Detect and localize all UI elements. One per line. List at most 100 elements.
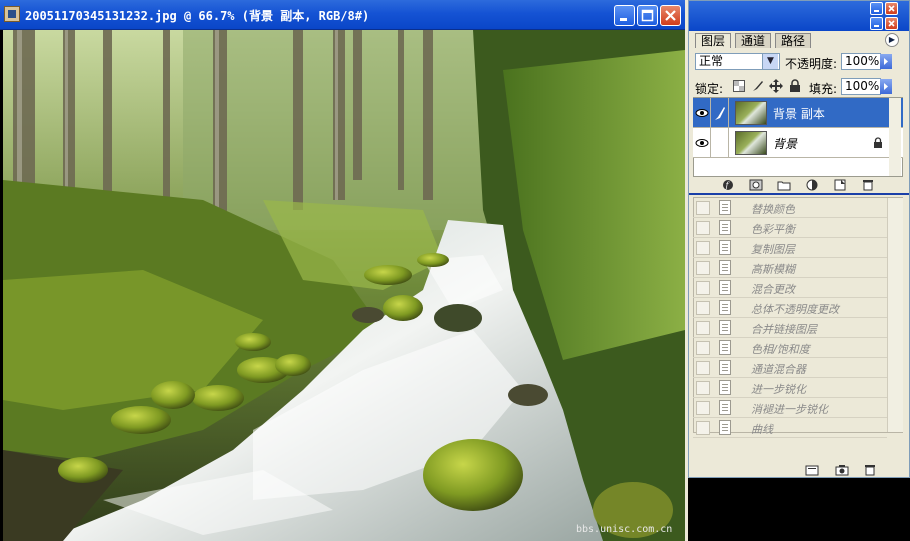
tab-layers[interactable]: 图层 (695, 33, 732, 48)
palette-titlebar[interactable] (689, 1, 909, 31)
history-state-icon (719, 280, 731, 295)
image-canvas[interactable] (3, 30, 685, 541)
document-title: 20051170345131232.jpg @ 66.7% (背景 副本, RG… (25, 9, 370, 23)
palette-menu-button[interactable]: ▶ (885, 33, 899, 47)
document-titlebar[interactable]: 20051170345131232.jpg @ 66.7% (背景 副本, RG… (0, 0, 685, 30)
history-snapshot-checkbox[interactable] (696, 381, 710, 395)
history-item[interactable]: 曲线 (693, 418, 887, 438)
lock-transparency-icon[interactable] (733, 80, 745, 92)
history-item-label: 替换颜色 (751, 203, 795, 216)
trash-icon[interactable] (863, 464, 877, 476)
palette-close-button[interactable] (885, 2, 898, 15)
new-layer-icon[interactable] (833, 179, 847, 191)
history-snapshot-checkbox[interactable] (696, 361, 710, 375)
layer-row-background-copy[interactable]: 背景 副本 (693, 98, 903, 128)
history-snapshot-checkbox[interactable] (696, 201, 710, 215)
history-item[interactable]: 高斯模糊 (693, 258, 887, 278)
adjustment-layer-icon[interactable] (805, 179, 819, 191)
history-item[interactable]: 总体不透明度更改 (693, 298, 887, 318)
history-item[interactable]: 色相/饱和度 (693, 338, 887, 358)
minimize-icon (874, 10, 879, 12)
maximize-button[interactable] (637, 5, 658, 26)
tab-channels[interactable]: 通道 (735, 33, 772, 48)
visibility-toggle[interactable] (693, 128, 711, 158)
layer-style-icon[interactable]: f (721, 179, 735, 191)
minimize-icon (620, 18, 627, 21)
visibility-toggle[interactable] (693, 98, 711, 128)
history-item[interactable]: 通道混合器 (693, 358, 887, 378)
layer-mask-icon[interactable] (749, 179, 763, 191)
history-item-label: 曲线 (751, 423, 773, 436)
chevron-right-icon (884, 58, 888, 65)
close-icon (888, 20, 895, 27)
history-snapshot-checkbox[interactable] (696, 221, 710, 235)
history-state-icon (719, 240, 731, 255)
history-item[interactable]: 色彩平衡 (693, 218, 887, 238)
history-item[interactable]: 消褪进一步锐化 (693, 398, 887, 418)
history-state-icon (719, 340, 731, 355)
blend-mode-select[interactable]: 正常 ▼ (695, 53, 780, 70)
chevron-down-icon: ▼ (762, 54, 778, 69)
history-item-label: 混合更改 (751, 283, 795, 296)
history-item[interactable]: 合并链接图层 (693, 318, 887, 338)
history-item[interactable]: 替换颜色 (693, 198, 887, 218)
history-state-icon (719, 360, 731, 375)
history-snapshot-checkbox[interactable] (696, 241, 710, 255)
fill-slider-button[interactable] (880, 79, 892, 94)
fill-input[interactable]: 100% (841, 78, 881, 95)
snapshot-icon[interactable] (835, 464, 849, 476)
forest-stream-photo (3, 30, 685, 541)
minimize-icon (874, 25, 879, 27)
chevron-right-icon (884, 83, 888, 90)
history-item-label: 合并链接图层 (751, 323, 817, 336)
history-scrollbar[interactable] (887, 198, 903, 432)
palette-group-close-button[interactable] (885, 17, 898, 30)
tab-paths[interactable]: 路径 (775, 33, 812, 48)
history-item-label: 色彩平衡 (751, 223, 795, 236)
history-item-label: 进一步锐化 (751, 383, 806, 396)
photoshop-doc-icon (4, 6, 20, 22)
history-state-icon (719, 320, 731, 335)
layer-name: 背景 副本 (773, 107, 825, 121)
palette-minimize-button[interactable] (870, 2, 883, 15)
lock-all-icon[interactable] (789, 79, 801, 93)
palette-divider (689, 193, 909, 195)
trash-icon[interactable] (861, 179, 875, 191)
link-toggle[interactable] (711, 98, 729, 128)
layers-toolbar: f (693, 179, 903, 193)
minimize-button[interactable] (614, 5, 635, 26)
link-toggle[interactable] (711, 128, 729, 158)
history-item[interactable]: 进一步锐化 (693, 378, 887, 398)
opacity-input[interactable]: 100% (841, 53, 881, 70)
history-item-label: 色相/饱和度 (751, 343, 810, 356)
layers-scrollbar[interactable] (889, 98, 901, 176)
history-state-icon (719, 200, 731, 215)
history-snapshot-checkbox[interactable] (696, 321, 710, 335)
history-state-icon (719, 400, 731, 415)
watermark-text: bbs.unisc.com.cn (576, 524, 673, 535)
history-item-label: 通道混合器 (751, 363, 806, 376)
history-item-label: 消褪进一步锐化 (751, 403, 828, 416)
history-snapshot-checkbox[interactable] (696, 401, 710, 415)
history-snapshot-checkbox[interactable] (696, 281, 710, 295)
history-snapshot-checkbox[interactable] (696, 261, 710, 275)
layer-row-background[interactable]: 背景 (693, 128, 903, 158)
new-document-from-state-icon[interactable] (805, 464, 819, 476)
palette-collapse-button[interactable] (870, 17, 883, 30)
history-item[interactable]: 复制图层 (693, 238, 887, 258)
lock-label: 锁定: (695, 82, 724, 96)
history-snapshot-checkbox[interactable] (696, 341, 710, 355)
lock-move-icon[interactable] (769, 79, 783, 93)
history-state-icon (719, 300, 731, 315)
close-button[interactable] (660, 5, 681, 26)
history-item[interactable]: 混合更改 (693, 278, 887, 298)
lock-brush-icon[interactable] (751, 79, 764, 93)
desktop-area (688, 478, 910, 541)
new-group-icon[interactable] (777, 179, 791, 191)
history-snapshot-checkbox[interactable] (696, 421, 710, 435)
history-snapshot-checkbox[interactable] (696, 301, 710, 315)
history-item-label: 高斯模糊 (751, 263, 795, 276)
close-icon (665, 10, 676, 21)
history-item-label: 复制图层 (751, 243, 795, 256)
opacity-slider-button[interactable] (880, 54, 892, 69)
